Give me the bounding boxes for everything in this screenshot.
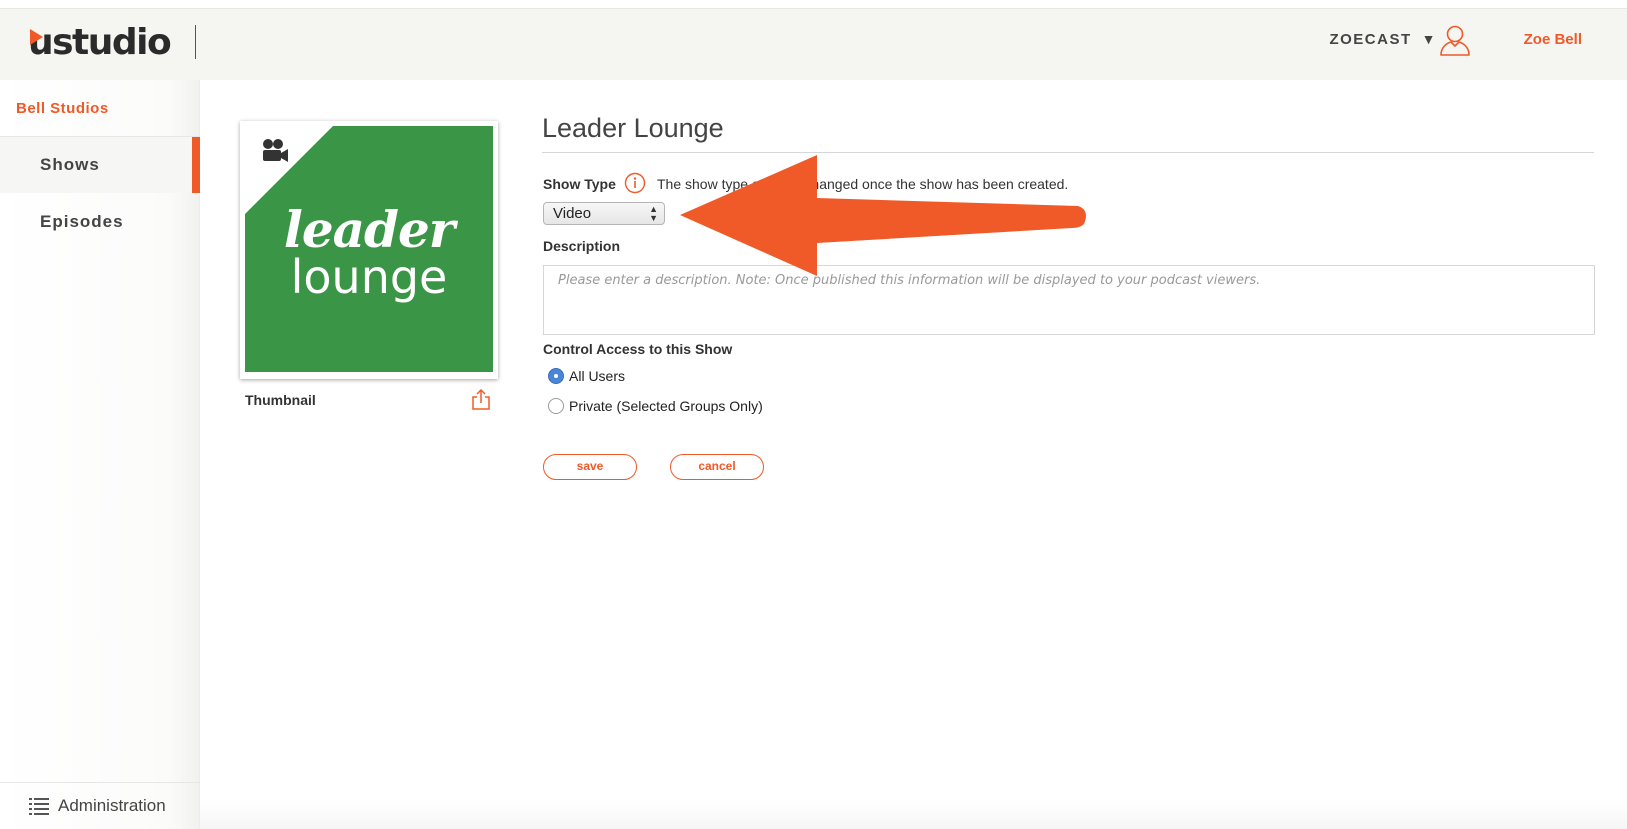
radio-private-label[interactable]: Private (Selected Groups Only): [569, 398, 763, 414]
header-divider: [195, 25, 196, 59]
show-type-value: Video: [553, 205, 592, 222]
thumbnail-frame[interactable]: leader lounge: [240, 121, 498, 379]
info-icon[interactable]: [624, 172, 646, 194]
list-icon: [29, 798, 49, 815]
administration-label: Administration: [58, 796, 166, 815]
radio-private[interactable]: [548, 398, 564, 414]
user-name-link[interactable]: Zoe Bell: [1524, 31, 1582, 48]
thumbnail-text-lounge: lounge: [290, 250, 448, 304]
description-label: Description: [543, 238, 621, 254]
cancel-button[interactable]: cancel: [670, 454, 764, 480]
thumbnail-image: leader lounge: [245, 126, 493, 372]
select-arrows-icon: ▲ ▼: [649, 204, 658, 223]
sidebar-item-episodes[interactable]: Episodes: [0, 194, 200, 250]
description-field[interactable]: [543, 265, 1595, 335]
show-type-info-text: The show type can't be changed once the …: [657, 176, 1069, 192]
sidebar-item-shows[interactable]: Shows: [0, 137, 200, 193]
studio-name[interactable]: Bell Studios: [16, 100, 109, 117]
logo-play-icon: [30, 29, 43, 45]
access-label: Control Access to this Show: [543, 341, 733, 357]
logo-text: ustudio: [28, 22, 172, 63]
upload-icon[interactable]: [471, 388, 491, 410]
sidebar: Bell Studios Shows Episodes Administrati…: [0, 80, 200, 829]
show-title: Leader Lounge: [542, 113, 724, 143]
bottom-shade: [200, 800, 1627, 829]
org-name: ZOECAST: [1329, 31, 1412, 48]
top-bar: ustudio ZOECAST ▼ Zoe Bell: [0, 8, 1627, 80]
thumbnail-label: Thumbnail: [245, 392, 316, 408]
radio-all-users[interactable]: [548, 368, 564, 384]
video-camera-icon: [263, 139, 288, 162]
administration-link[interactable]: Administration: [0, 782, 200, 829]
title-divider: [542, 152, 1594, 153]
ustudio-logo[interactable]: ustudio: [28, 21, 172, 65]
show-type-label: Show Type: [543, 176, 616, 192]
save-button[interactable]: save: [543, 454, 637, 480]
show-type-select[interactable]: Video ▲ ▼: [543, 202, 665, 225]
caret-down-icon: ▼: [1421, 31, 1437, 47]
user-icon[interactable]: [1438, 23, 1472, 57]
radio-all-users-label[interactable]: All Users: [569, 368, 625, 384]
org-switcher[interactable]: ZOECAST ▼: [1329, 31, 1437, 48]
